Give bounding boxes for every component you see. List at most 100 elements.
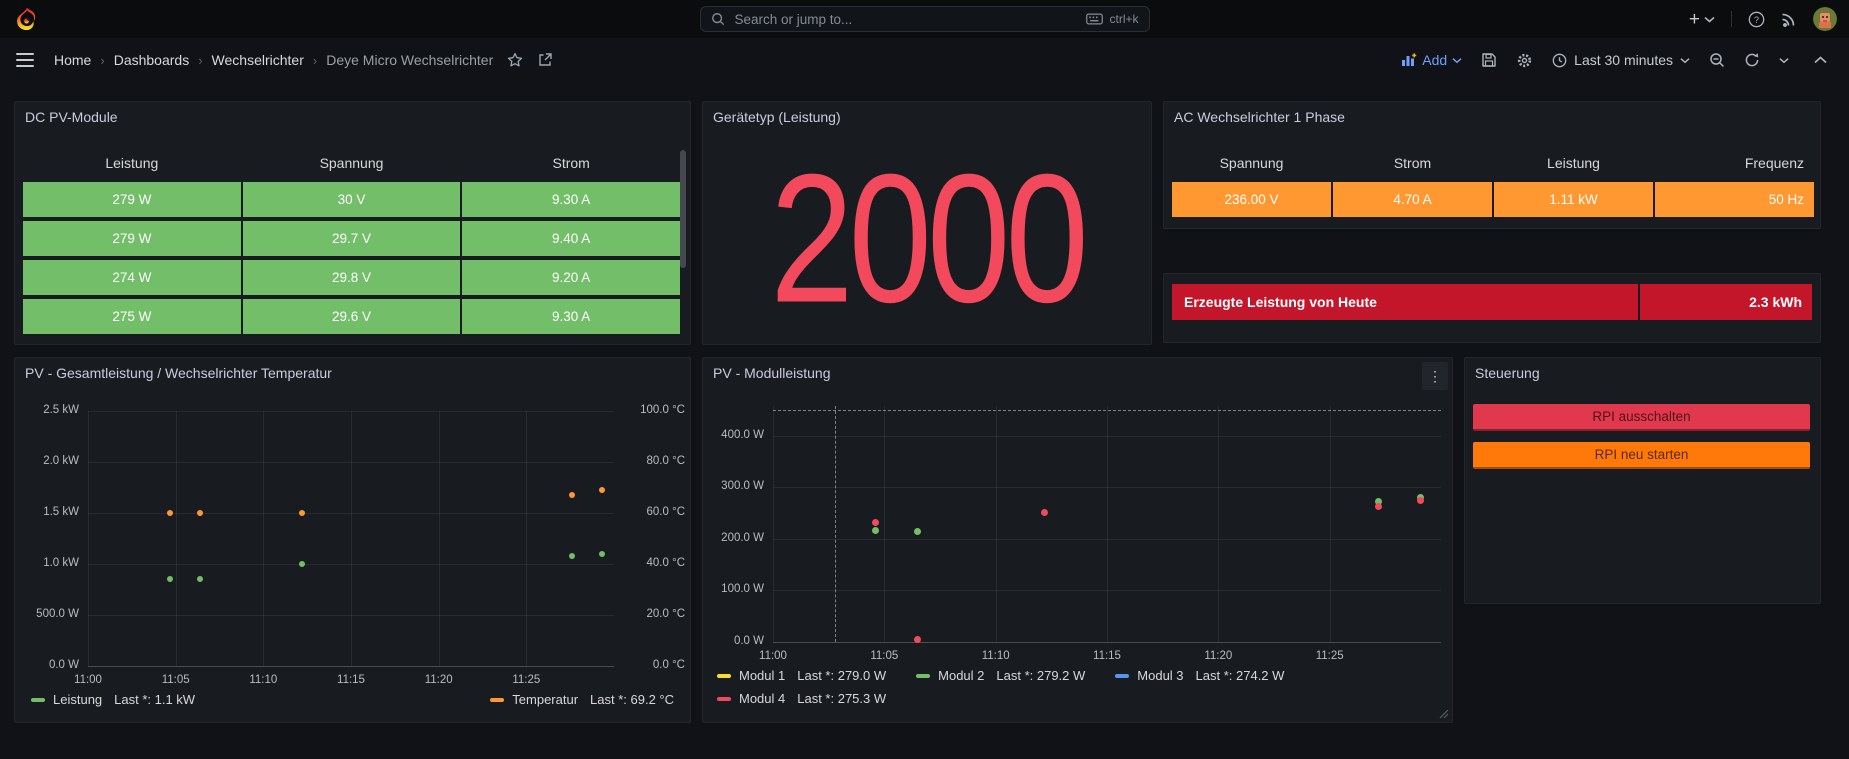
rpi-neu-starten-button[interactable]: RPI neu starten xyxy=(1473,442,1810,469)
panel-steuerung: Steuerung RPI ausschalten RPI neu starte… xyxy=(1464,357,1821,604)
x-axis-tick-label: 11:00 xyxy=(66,674,110,686)
panel-title[interactable]: Steuerung xyxy=(1475,365,1540,381)
legend-color-swatch xyxy=(1115,674,1129,678)
new-menu-button[interactable]: + xyxy=(1689,10,1715,29)
column-header[interactable]: Leistung xyxy=(1494,155,1653,171)
legend-series-name: Modul 4 xyxy=(739,691,785,706)
panel-title[interactable]: AC Wechselrichter 1 Phase xyxy=(1174,109,1345,125)
table-cell: 275 W xyxy=(23,299,241,334)
column-header[interactable]: Leistung xyxy=(23,155,241,171)
y-axis-tick-label: 0.0 W xyxy=(15,659,79,671)
rpi-ausschalten-button[interactable]: RPI ausschalten xyxy=(1473,404,1810,431)
zoom-out-icon xyxy=(1709,52,1725,68)
column-header[interactable]: Spannung xyxy=(1172,155,1331,171)
table-row: 279 W 29.7 V 9.40 A xyxy=(23,221,680,256)
legend-last-value: Last *: 275.3 W xyxy=(797,691,886,706)
chevron-down-icon xyxy=(1452,57,1462,64)
news-button[interactable] xyxy=(1781,11,1797,27)
table-cell: 9.20 A xyxy=(462,260,680,295)
time-series-plot[interactable] xyxy=(88,411,614,666)
legend-item-temperatur[interactable]: Temperatur Last *: 69.2 °C xyxy=(490,692,674,707)
y-axis-right-tick-label: 0.0 °C xyxy=(623,659,685,671)
legend-item-modul3[interactable]: Modul 3 Last *: 274.2 W xyxy=(1115,668,1284,683)
y-axis-tick-label: 200.0 W xyxy=(703,532,764,544)
table-cell: 9.30 A xyxy=(462,299,680,334)
save-dashboard-button[interactable] xyxy=(1481,52,1497,68)
plus-icon: + xyxy=(1689,10,1700,29)
data-point xyxy=(599,487,605,493)
data-point xyxy=(299,561,305,567)
rss-icon xyxy=(1781,11,1797,27)
mega-menu-button[interactable] xyxy=(16,53,34,67)
table-row: 274 W 29.8 V 9.20 A xyxy=(23,260,680,295)
table-cell: 9.40 A xyxy=(462,221,680,256)
panel-title[interactable]: Gerätetyp (Leistung) xyxy=(713,109,841,125)
breadcrumb-dashboards[interactable]: Dashboards xyxy=(114,52,190,68)
refresh-interval-dropdown[interactable] xyxy=(1779,57,1789,64)
collapse-toolbar-button[interactable] xyxy=(1814,56,1827,64)
breadcrumb-home[interactable]: Home xyxy=(54,52,91,68)
dashboard-settings-button[interactable] xyxy=(1516,52,1533,69)
x-axis-tick-label: 11:05 xyxy=(154,674,198,686)
clock-icon xyxy=(1552,53,1567,68)
panel-menu-button[interactable]: ⋮ xyxy=(1422,362,1448,390)
legend-last-value: Last *: 274.2 W xyxy=(1196,668,1285,683)
legend-item-leistung[interactable]: Leistung Last *: 1.1 kW xyxy=(31,692,195,707)
column-header[interactable]: Strom xyxy=(462,155,680,171)
panel-modulleistung: PV - Modulleistung ⋮ Modul 1 Last *: 279… xyxy=(702,357,1453,723)
column-header[interactable]: Strom xyxy=(1333,155,1492,171)
add-label: Add xyxy=(1422,52,1447,68)
topbar-right-cluster: + ? xyxy=(1689,7,1837,31)
star-icon[interactable] xyxy=(507,52,523,68)
share-icon[interactable] xyxy=(537,52,553,68)
zoom-out-time-button[interactable] xyxy=(1709,52,1725,68)
keyboard-icon xyxy=(1086,13,1103,25)
column-header[interactable]: Frequenz xyxy=(1655,155,1814,171)
table-scrollbar[interactable] xyxy=(680,150,686,268)
table-body: 279 W 30 V 9.30 A 279 W 29.7 V 9.40 A 27… xyxy=(23,182,680,334)
y-axis-tick-label: 0.0 W xyxy=(703,635,764,647)
legend-color-swatch xyxy=(31,698,45,702)
x-axis-tick-label: 11:15 xyxy=(329,674,373,686)
x-axis-tick-label: 11:00 xyxy=(751,650,795,662)
table-header-row: Leistung Spannung Strom xyxy=(23,148,680,178)
legend-series-name: Modul 3 xyxy=(1137,668,1183,683)
panel-resize-handle[interactable] xyxy=(1439,709,1449,719)
panel-title[interactable]: DC PV-Module xyxy=(25,109,118,125)
chevron-up-icon xyxy=(1814,56,1827,64)
help-button[interactable]: ? xyxy=(1748,11,1765,28)
legend-item-modul1[interactable]: Modul 1 Last *: 279.0 W xyxy=(717,668,886,683)
y-axis-tick-label: 2.5 kW xyxy=(15,404,79,416)
legend-last-value: Last *: 1.1 kW xyxy=(114,692,195,707)
table-cell: 274 W xyxy=(23,260,241,295)
x-axis-tick-label: 11:05 xyxy=(862,650,906,662)
stat-bar: Erzeugte Leistung von Heute 2.3 kWh xyxy=(1172,284,1812,320)
legend-series-name: Leistung xyxy=(53,692,102,707)
breadcrumb-separator: › xyxy=(100,53,104,68)
search-shortcut: ctrl+k xyxy=(1086,12,1138,26)
gridline-horizontal xyxy=(88,666,614,667)
user-avatar[interactable] xyxy=(1813,7,1837,31)
table-cell: 29.7 V xyxy=(243,221,461,256)
svg-text:?: ? xyxy=(1754,14,1759,24)
column-header[interactable]: Spannung xyxy=(243,155,461,171)
panel-gesamtleistung-temperatur: PV - Gesamtleistung / Wechselrichter Tem… xyxy=(14,357,691,723)
legend-last-value: Last *: 279.2 W xyxy=(996,668,1085,683)
legend-color-swatch xyxy=(916,674,930,678)
time-range-picker[interactable]: Last 30 minutes xyxy=(1552,52,1690,68)
search-input[interactable] xyxy=(733,11,1079,28)
grafana-logo[interactable] xyxy=(14,6,40,32)
chart-legend: Leistung Last *: 1.1 kW Temperatur Last … xyxy=(31,692,674,707)
add-panel-button[interactable]: Add xyxy=(1401,52,1462,68)
save-icon xyxy=(1481,52,1497,68)
breadcrumb-folder[interactable]: Wechselrichter xyxy=(212,52,304,68)
legend-item-modul2[interactable]: Modul 2 Last *: 279.2 W xyxy=(916,668,1085,683)
table-body: 236.00 V 4.70 A 1.11 kW 50 Hz xyxy=(1172,182,1814,217)
refresh-button[interactable] xyxy=(1744,52,1760,68)
panel-title[interactable]: PV - Gesamtleistung / Wechselrichter Tem… xyxy=(25,365,332,381)
table-cell: 4.70 A xyxy=(1333,182,1492,217)
chevron-down-icon xyxy=(1680,57,1690,64)
legend-item-modul4[interactable]: Modul 4 Last *: 275.3 W xyxy=(717,691,886,706)
panel-title[interactable]: PV - Modulleistung xyxy=(713,365,831,381)
y-axis-right-tick-label: 80.0 °C xyxy=(623,455,685,467)
